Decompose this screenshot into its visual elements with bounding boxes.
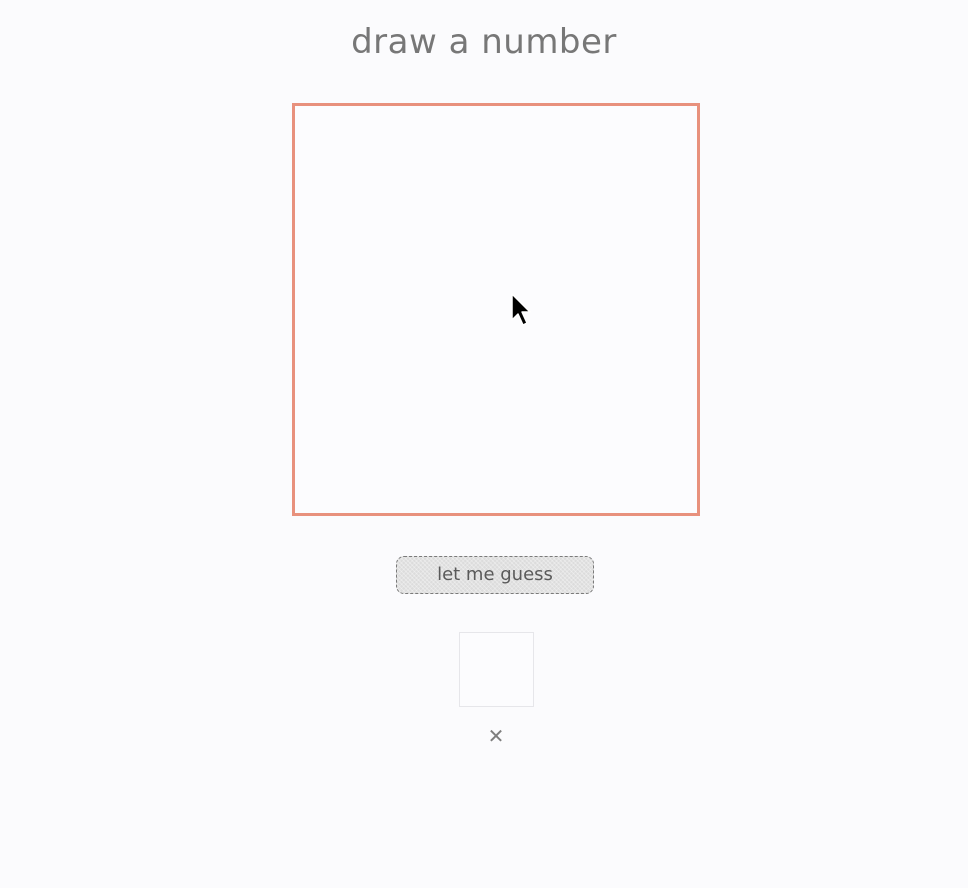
guess-button[interactable]: let me guess (396, 556, 594, 594)
drawing-canvas[interactable] (292, 103, 700, 516)
digit-preview-box (459, 632, 534, 707)
close-icon[interactable]: ✕ (486, 726, 506, 746)
mouse-pointer-icon (511, 293, 531, 326)
page-title: draw a number (351, 22, 617, 62)
